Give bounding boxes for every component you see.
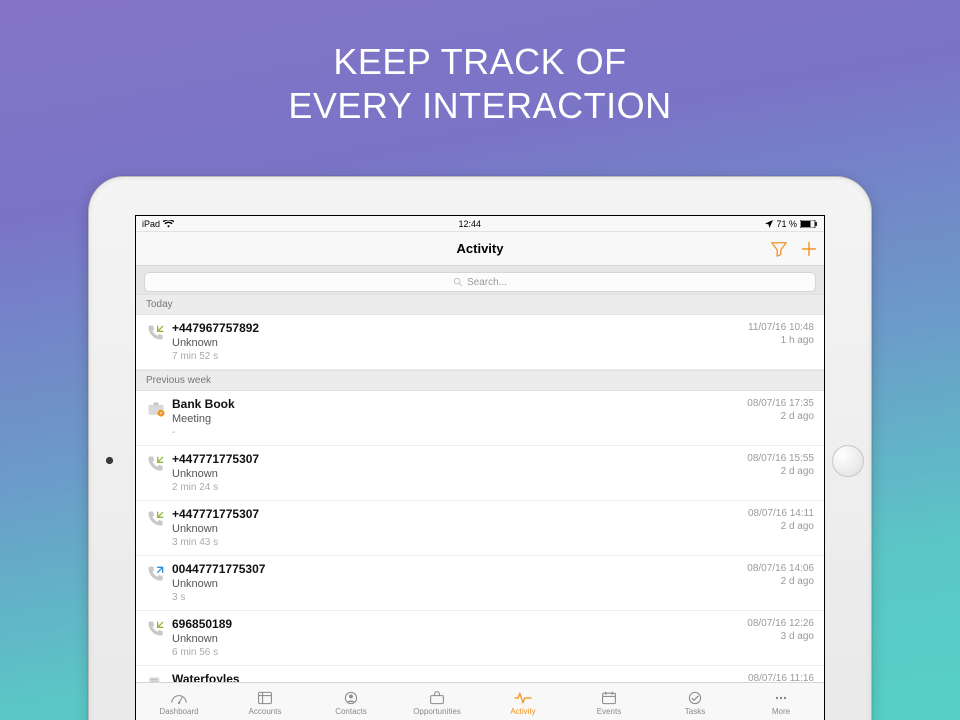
tab-dashboard[interactable]: Dashboard bbox=[136, 683, 222, 720]
activity-row[interactable]: WaterfoylesVisit08/07/16 11:163 d ago bbox=[136, 666, 824, 682]
activity-row[interactable]: Bank BookMeeting- 08/07/16 17:352 d ago bbox=[136, 391, 824, 446]
status-bar: iPad 12:44 71 % bbox=[136, 216, 824, 232]
row-subtitle: Unknown bbox=[172, 632, 739, 646]
call-in-icon bbox=[146, 452, 172, 494]
row-title: +447771775307 bbox=[172, 452, 739, 467]
activity-row[interactable]: 00447771775307Unknown3 s 08/07/16 14:062 … bbox=[136, 556, 824, 611]
row-meta: 3 min 43 s bbox=[172, 536, 740, 549]
row-timestamp: 08/07/16 14:06 bbox=[747, 562, 814, 575]
tab-tasks[interactable]: Tasks bbox=[652, 683, 738, 720]
row-relative-time: 2 d ago bbox=[747, 465, 814, 478]
call-out-icon bbox=[146, 562, 172, 604]
search-input[interactable]: Search... bbox=[144, 272, 816, 292]
tab-label: Dashboard bbox=[159, 707, 198, 716]
activity-row[interactable]: +447771775307Unknown3 min 43 s 08/07/16 1… bbox=[136, 501, 824, 556]
tab-activity[interactable]: Activity bbox=[480, 683, 566, 720]
tab-label: Opportunities bbox=[413, 707, 461, 716]
tab-label: Accounts bbox=[249, 707, 282, 716]
battery-icon bbox=[800, 220, 818, 228]
row-relative-time: 1 h ago bbox=[748, 334, 814, 347]
headline-line-2: EVERY INTERACTION bbox=[288, 85, 671, 126]
meeting-icon bbox=[146, 397, 172, 439]
call-in-icon bbox=[146, 321, 172, 363]
row-timestamp: 08/07/16 14:11 bbox=[748, 507, 814, 520]
row-title: Bank Book bbox=[172, 397, 739, 412]
row-meta: - bbox=[172, 426, 739, 439]
row-meta: 6 min 56 s bbox=[172, 646, 739, 659]
device-screen: iPad 12:44 71 % Acti bbox=[135, 215, 825, 720]
row-title: 00447771775307 bbox=[172, 562, 739, 577]
row-timestamp: 08/07/16 17:35 bbox=[747, 397, 814, 410]
row-timestamp: 08/07/16 15:55 bbox=[747, 452, 814, 465]
statusbar-battery-pct: 71 % bbox=[776, 219, 797, 229]
row-title: +447967757892 bbox=[172, 321, 740, 336]
search-icon bbox=[453, 277, 463, 287]
row-relative-time: 3 d ago bbox=[747, 630, 814, 643]
statusbar-time: 12:44 bbox=[458, 219, 481, 229]
activity-row[interactable]: 696850189Unknown6 min 56 s 08/07/16 12:26… bbox=[136, 611, 824, 666]
location-icon bbox=[765, 220, 773, 228]
page-title: Activity bbox=[457, 241, 504, 256]
row-meta: 3 s bbox=[172, 591, 739, 604]
visit-icon bbox=[146, 672, 172, 682]
call-in-icon bbox=[146, 507, 172, 549]
search-placeholder: Search... bbox=[467, 277, 507, 288]
row-relative-time: 2 d ago bbox=[747, 410, 814, 423]
tab-label: Activity bbox=[510, 707, 535, 716]
section-header: Today bbox=[136, 294, 824, 315]
promo-headline: KEEP TRACK OF EVERY INTERACTION bbox=[0, 40, 960, 128]
row-subtitle: Meeting bbox=[172, 412, 739, 426]
row-timestamp: 11/07/16 10:48 bbox=[748, 321, 814, 334]
tab-label: Contacts bbox=[335, 707, 367, 716]
activity-list[interactable]: Today+447967757892Unknown7 min 52 s11/07… bbox=[136, 294, 824, 682]
row-title: +447771775307 bbox=[172, 507, 740, 522]
nav-bar: Activity bbox=[136, 232, 824, 266]
ipad-frame: iPad 12:44 71 % Acti bbox=[88, 176, 872, 720]
device-camera bbox=[106, 457, 113, 464]
row-subtitle: Unknown bbox=[172, 467, 739, 481]
row-relative-time: 2 d ago bbox=[747, 575, 814, 588]
row-subtitle: Unknown bbox=[172, 577, 739, 591]
tab-label: Events bbox=[597, 707, 621, 716]
filter-icon[interactable] bbox=[770, 240, 788, 258]
row-timestamp: 08/07/16 12:26 bbox=[747, 617, 814, 630]
activity-row[interactable]: +447771775307Unknown2 min 24 s 08/07/16 1… bbox=[136, 446, 824, 501]
wifi-icon bbox=[163, 220, 174, 228]
call-in-icon bbox=[146, 617, 172, 659]
device-home-button[interactable] bbox=[832, 445, 864, 477]
tab-bar: Dashboard Accounts Contacts Opportunities Ac… bbox=[136, 682, 824, 720]
section-header: Previous week bbox=[136, 370, 824, 391]
tab-events[interactable]: Events bbox=[566, 683, 652, 720]
row-subtitle: Unknown bbox=[172, 522, 740, 536]
tab-more[interactable]: More bbox=[738, 683, 824, 720]
add-icon[interactable] bbox=[800, 240, 818, 258]
row-timestamp: 08/07/16 11:16 bbox=[748, 672, 814, 682]
tab-accounts[interactable]: Accounts bbox=[222, 683, 308, 720]
tab-opportunities[interactable]: Opportunities bbox=[394, 683, 480, 720]
row-title: Waterfoyles bbox=[172, 672, 740, 682]
row-title: 696850189 bbox=[172, 617, 739, 632]
row-subtitle: Unknown bbox=[172, 336, 740, 350]
tab-contacts[interactable]: Contacts bbox=[308, 683, 394, 720]
row-relative-time: 2 d ago bbox=[748, 520, 814, 533]
row-meta: 7 min 52 s bbox=[172, 350, 740, 363]
tab-label: Tasks bbox=[685, 707, 705, 716]
activity-row[interactable]: +447967757892Unknown7 min 52 s 11/07/16 1… bbox=[136, 315, 824, 370]
statusbar-carrier: iPad bbox=[142, 219, 160, 229]
tab-label: More bbox=[772, 707, 790, 716]
headline-line-1: KEEP TRACK OF bbox=[333, 41, 626, 82]
row-meta: 2 min 24 s bbox=[172, 481, 739, 494]
